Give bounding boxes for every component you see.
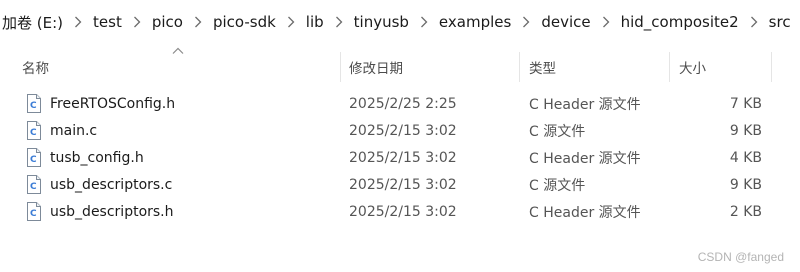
svg-text:C: C (30, 128, 37, 138)
file-name-cell: C main.c (26, 117, 97, 144)
breadcrumb-examples[interactable]: examples (437, 13, 513, 31)
svg-text:C: C (30, 209, 37, 219)
file-name: tusb_config.h (50, 149, 144, 166)
breadcrumb-src[interactable]: src (767, 13, 793, 31)
column-header-type[interactable]: 类型 (529, 50, 669, 84)
file-date: 2025/2/15 3:02 (349, 149, 457, 166)
file-size: 2 KB (729, 203, 762, 220)
file-row[interactable]: C main.c 2025/2/15 3:02 C 源文件 9 KB (0, 117, 800, 144)
c-source-file-icon: C (27, 175, 41, 194)
column-divider[interactable] (771, 52, 772, 82)
file-name-cell: C usb_descriptors.c (26, 171, 172, 198)
file-size: 9 KB (729, 122, 762, 139)
column-header-row: 名称 修改日期 类型 大小 (0, 50, 800, 84)
column-header-type-label: 类型 (529, 61, 556, 77)
chevron-right-icon (411, 16, 437, 28)
file-name: usb_descriptors.c (50, 176, 173, 193)
file-type: C 源文件 (529, 123, 586, 140)
file-size: 4 KB (729, 149, 762, 166)
column-header-name[interactable]: 名称 (22, 50, 340, 84)
column-divider[interactable] (340, 52, 341, 82)
file-name-cell: C tusb_config.h (26, 144, 144, 171)
file-size: 9 KB (729, 176, 762, 193)
file-date: 2025/2/15 3:02 (349, 203, 457, 220)
file-row[interactable]: C usb_descriptors.c 2025/2/15 3:02 C 源文件… (0, 171, 800, 198)
breadcrumb-device[interactable]: device (539, 13, 592, 31)
chevron-right-icon (278, 16, 304, 28)
breadcrumb: 加卷 (E:) test pico pico-sdk lib tinyusb e… (0, 0, 800, 44)
file-date: 2025/2/25 2:25 (349, 95, 457, 112)
c-header-file-icon: C (27, 94, 41, 113)
file-date: 2025/2/15 3:02 (349, 176, 457, 193)
breadcrumb-pico[interactable]: pico (150, 13, 185, 31)
chevron-right-icon (513, 16, 539, 28)
file-name: FreeRTOSConfig.h (50, 95, 176, 112)
breadcrumb-tinyusb[interactable]: tinyusb (352, 13, 411, 31)
c-header-file-icon: C (27, 202, 41, 221)
c-source-file-icon: C (27, 121, 41, 140)
file-row[interactable]: C FreeRTOSConfig.h 2025/2/25 2:25 C Head… (0, 90, 800, 117)
file-list: C FreeRTOSConfig.h 2025/2/25 2:25 C Head… (0, 90, 800, 225)
file-row[interactable]: C tusb_config.h 2025/2/15 3:02 C Header … (0, 144, 800, 171)
chevron-right-icon (741, 16, 767, 28)
column-divider[interactable] (669, 52, 670, 82)
c-header-file-icon: C (27, 148, 41, 167)
chevron-right-icon (185, 16, 211, 28)
chevron-right-icon (593, 16, 619, 28)
breadcrumb-hid-composite2[interactable]: hid_composite2 (619, 13, 741, 31)
file-name: main.c (50, 122, 98, 139)
file-size: 7 KB (729, 95, 762, 112)
breadcrumb-lib[interactable]: lib (304, 13, 326, 31)
svg-text:C: C (30, 182, 37, 192)
file-type: C Header 源文件 (529, 96, 641, 113)
breadcrumb-pico-sdk[interactable]: pico-sdk (211, 13, 278, 31)
svg-text:C: C (30, 101, 37, 111)
svg-text:C: C (30, 155, 37, 165)
breadcrumb-test[interactable]: test (91, 13, 124, 31)
chevron-right-icon (65, 16, 91, 28)
file-type: C Header 源文件 (529, 204, 641, 221)
file-name-cell: C usb_descriptors.h (26, 198, 174, 225)
breadcrumb-drive[interactable]: 加卷 (E:) (0, 12, 65, 33)
chevron-right-icon (326, 16, 352, 28)
file-explorer-window: 加卷 (E:) test pico pico-sdk lib tinyusb e… (0, 0, 800, 272)
file-type: C Header 源文件 (529, 150, 641, 167)
file-date: 2025/2/15 3:02 (349, 122, 457, 139)
column-header-date-label: 修改日期 (349, 61, 403, 77)
watermark: CSDN @fanged (697, 250, 784, 264)
chevron-right-icon (124, 16, 150, 28)
column-header-size-label: 大小 (679, 61, 706, 77)
file-row[interactable]: C usb_descriptors.h 2025/2/15 3:02 C Hea… (0, 198, 800, 225)
file-name: usb_descriptors.h (50, 203, 174, 220)
column-header-date[interactable]: 修改日期 (349, 50, 519, 84)
column-header-size[interactable]: 大小 (679, 50, 769, 84)
file-type: C 源文件 (529, 177, 586, 194)
column-divider[interactable] (519, 52, 520, 82)
column-header-name-label: 名称 (22, 61, 49, 77)
file-name-cell: C FreeRTOSConfig.h (26, 90, 175, 117)
